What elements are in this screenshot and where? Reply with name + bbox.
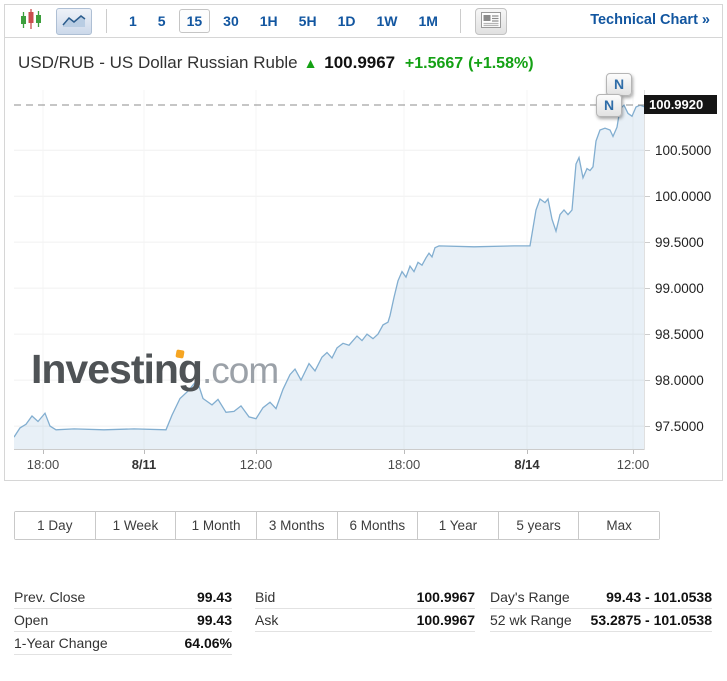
stat-row: Ask 100.9967 [255, 609, 475, 632]
x-tick-label: 8/14 [514, 457, 540, 472]
investing-watermark: Investing .com [31, 346, 279, 392]
period-1-week[interactable]: 1 Week [95, 512, 177, 539]
period-1-year[interactable]: 1 Year [418, 512, 499, 539]
current-price-badge: 100.9920 [644, 95, 717, 114]
x-tick-mark [404, 450, 405, 454]
instrument-name: USD/RUB - US Dollar Russian Ruble [18, 53, 298, 72]
x-tick-label: 12:00 [616, 457, 650, 472]
timeframe-30[interactable]: 30 [215, 9, 247, 33]
timeframe-15[interactable]: 15 [178, 9, 211, 33]
timeframe-1[interactable]: 1 [121, 9, 145, 33]
last-price: 100.9967 [324, 53, 396, 72]
stat-value: 100.9967 [416, 612, 475, 628]
timeframe-1m[interactable]: 1M [410, 9, 445, 33]
x-tick-label: 12:00 [239, 457, 273, 472]
stat-row: 1-Year Change 64.06% [14, 632, 232, 655]
period-1-day[interactable]: 1 Day [15, 512, 96, 539]
stat-label: Ask [255, 612, 279, 628]
stat-label: Prev. Close [14, 589, 86, 605]
timeframe-group: 1 5 15 30 1H 5H 1D 1W 1M [121, 9, 446, 33]
y-tick-label: 98.0000 [655, 373, 704, 389]
y-tick-label: 100.0000 [655, 189, 712, 205]
period-6-months[interactable]: 6 Months [337, 512, 419, 539]
candlestick-icon [19, 8, 44, 34]
y-tick-mark [645, 380, 650, 382]
chart-area: 100.5000 100.0000 99.5000 99.0000 98.5000 98.… [5, 73, 722, 480]
y-tick-label: 97.5000 [655, 419, 704, 435]
timeframe-1w[interactable]: 1W [368, 9, 405, 33]
period-1-month[interactable]: 1 Month [176, 512, 257, 539]
toolbar-separator [106, 9, 107, 33]
y-tick-mark [645, 150, 650, 152]
stat-label: Bid [255, 589, 276, 605]
stats-column: Prev. Close 99.43 Open 99.43 1-Year Change 64… [14, 586, 232, 655]
stat-value: 64.06% [184, 635, 232, 651]
stat-row: Bid 100.9967 [255, 586, 475, 609]
newspaper-icon [480, 11, 501, 31]
stats-column: Bid 100.9967 Ask 100.9967 [255, 586, 475, 655]
period-selector: 1 Day 1 Week 1 Month 3 Months 6 Months 1 Year… [14, 511, 660, 540]
stat-value: 99.43 - 101.0538 [606, 589, 712, 605]
x-tick-mark [256, 450, 257, 454]
price-area-fill [14, 105, 645, 450]
stat-row: Day's Range 99.43 - 101.0538 [490, 586, 712, 609]
y-tick-mark [645, 196, 650, 198]
timeframe-5h[interactable]: 5H [291, 9, 325, 33]
stat-row: Open 99.43 [14, 609, 232, 632]
x-tick-mark [633, 450, 634, 454]
x-tick-label: 18:00 [26, 457, 60, 472]
area-chart-icon [62, 12, 86, 31]
chart-widget: 1 5 15 30 1H 5H 1D 1W 1M Technical Chart » USD/R… [4, 4, 723, 481]
area-chart-button[interactable] [56, 7, 92, 35]
technical-chart-link[interactable]: Technical Chart » [590, 12, 710, 28]
up-arrow-icon: ▲ [303, 55, 318, 71]
price-chart-svg[interactable] [14, 90, 645, 450]
price-change: +1.5667 [404, 55, 464, 72]
stat-value: 99.43 [196, 589, 232, 605]
news-events-button[interactable] [474, 7, 507, 35]
news-marker-badge[interactable]: N [606, 73, 632, 96]
y-tick-mark [645, 242, 650, 244]
x-tick-label: 18:00 [387, 457, 421, 472]
stats-column: Day's Range 99.43 - 101.0538 52 wk Range 53… [490, 586, 712, 655]
period-max[interactable]: Max [579, 512, 659, 539]
y-tick-label: 98.5000 [655, 327, 704, 343]
y-tick-label: 99.5000 [655, 235, 704, 251]
toolbar-separator [459, 9, 461, 33]
y-tick-label: 99.0000 [655, 281, 704, 297]
stat-label: 52 wk Range [490, 612, 572, 628]
quote-stats: Prev. Close 99.43 Open 99.43 1-Year Change 64… [14, 586, 713, 655]
chart-toolbar: 1 5 15 30 1H 5H 1D 1W 1M Technical Chart » [5, 5, 722, 38]
period-5-years[interactable]: 5 years [498, 512, 580, 539]
watermark-orange-dot [175, 349, 185, 359]
stat-row: Prev. Close 99.43 [14, 586, 232, 609]
stat-label: Day's Range [490, 589, 570, 605]
timeframe-5[interactable]: 5 [150, 9, 174, 33]
y-tick-label: 100.5000 [655, 143, 712, 159]
stat-value: 53.2875 - 101.0538 [590, 612, 712, 628]
stat-label: Open [14, 612, 49, 628]
y-tick-mark [645, 288, 650, 290]
x-axis: 18:00 8/11 12:00 18:00 8/14 12:00 [5, 450, 651, 478]
x-tick-mark [527, 450, 528, 454]
stat-row: 52 wk Range 53.2875 - 101.0538 [490, 609, 712, 632]
watermark-text: Investing [31, 346, 203, 392]
candlestick-chart-button[interactable] [15, 6, 48, 36]
price-change-percent: (+1.58%) [468, 55, 534, 72]
timeframe-1d[interactable]: 1D [330, 9, 364, 33]
timeframe-1h[interactable]: 1H [252, 9, 286, 33]
stat-value: 100.9967 [416, 589, 475, 605]
period-3-months[interactable]: 3 Months [256, 512, 338, 539]
x-tick-label: 8/11 [131, 457, 157, 472]
stat-label: 1-Year Change [14, 635, 108, 651]
x-tick-mark [43, 450, 44, 454]
x-tick-mark [144, 450, 145, 454]
stat-value: 99.43 [196, 612, 232, 628]
y-tick-mark [645, 426, 650, 428]
y-tick-mark [645, 334, 650, 336]
news-marker-badge[interactable]: N [596, 94, 622, 117]
